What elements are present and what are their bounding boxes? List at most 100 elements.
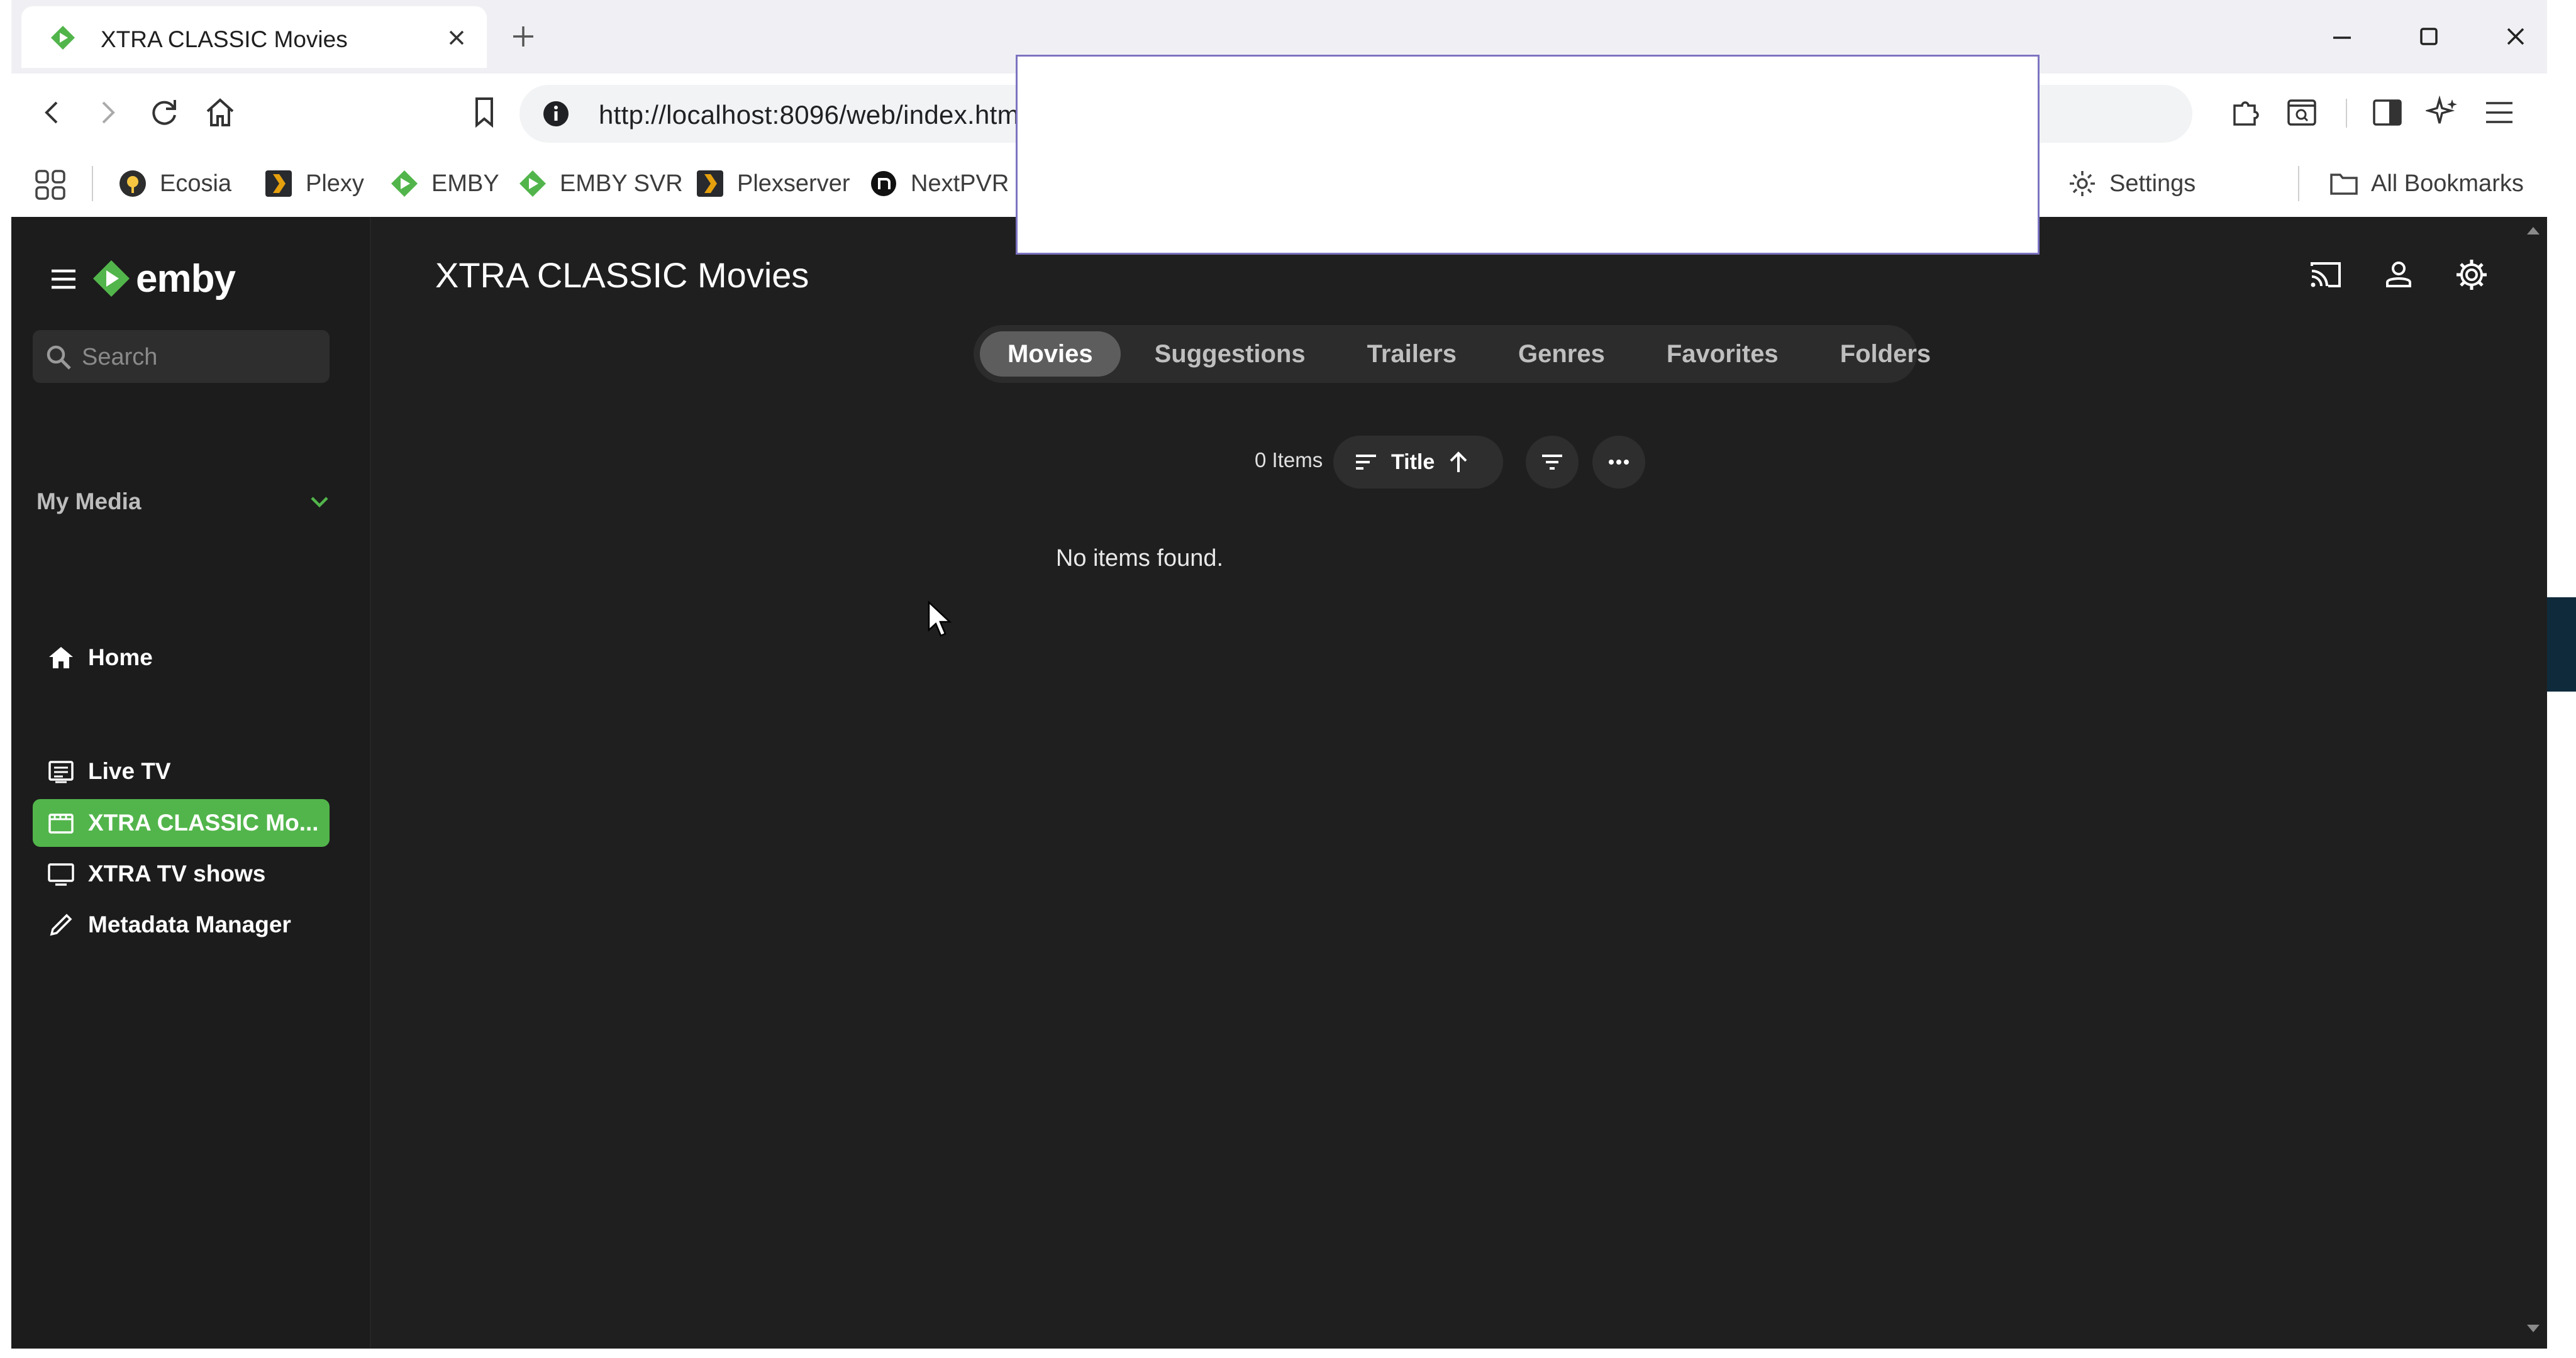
scroll-up-icon[interactable] bbox=[2524, 222, 2542, 240]
sidebar-item-label: XTRA CLASSIC Mo... bbox=[88, 810, 319, 836]
bookmarks-divider bbox=[2298, 166, 2299, 201]
mouse-cursor-icon bbox=[928, 600, 952, 637]
my-media-section-header[interactable]: My Media bbox=[36, 484, 332, 519]
page-scrollbar[interactable] bbox=[2519, 217, 2547, 1349]
movies-icon bbox=[48, 814, 74, 834]
sidebar-item-xtra-tv-shows[interactable]: XTRA TV shows bbox=[33, 850, 330, 898]
blank-popup-overlay[interactable] bbox=[1016, 55, 2040, 255]
tab-movies[interactable]: Movies bbox=[980, 331, 1121, 377]
home-button[interactable] bbox=[200, 92, 240, 133]
back-button[interactable] bbox=[33, 92, 73, 133]
emby-logo-icon bbox=[93, 260, 130, 297]
gear-icon bbox=[2070, 171, 2095, 196]
apps-grid-icon[interactable] bbox=[33, 167, 68, 202]
forward-button[interactable] bbox=[87, 92, 127, 133]
bookmarks-divider bbox=[92, 166, 93, 201]
tab-search-button[interactable] bbox=[2282, 92, 2322, 133]
plex-icon bbox=[697, 170, 723, 197]
bookmark-label: Plexserver bbox=[737, 170, 850, 197]
sparkle-icon bbox=[2426, 96, 2457, 124]
arrow-up-icon bbox=[1450, 451, 1467, 472]
cast-icon bbox=[2311, 262, 2341, 287]
sidebar-item-metadata-manager[interactable]: Metadata Manager bbox=[33, 901, 330, 949]
search-box[interactable] bbox=[33, 330, 330, 384]
logo-text: emby bbox=[136, 257, 236, 301]
filter-button[interactable] bbox=[1526, 436, 1579, 489]
bookmark-label: NextPVR bbox=[911, 170, 1009, 197]
tv-icon bbox=[48, 863, 74, 886]
bookmark-plexserver[interactable]: Plexserver bbox=[696, 165, 850, 202]
bookmark-ecosia[interactable]: Ecosia bbox=[118, 165, 231, 202]
sort-button[interactable]: Title bbox=[1333, 436, 1503, 489]
sidebar-item-label: Metadata Manager bbox=[88, 912, 291, 937]
bookmark-emby-svr[interactable]: EMBY SVR bbox=[518, 165, 683, 202]
sidebar-item-home[interactable]: Home bbox=[33, 634, 330, 682]
copilot-button[interactable] bbox=[2423, 92, 2463, 133]
live-tv-icon bbox=[48, 761, 74, 783]
window-bottom-edge bbox=[0, 1349, 2576, 1358]
search-icon bbox=[47, 345, 71, 370]
bookmark-emby[interactable]: EMBY bbox=[390, 165, 499, 202]
chevron-down-icon[interactable] bbox=[307, 489, 332, 514]
side-panel-icon bbox=[2373, 99, 2402, 126]
puzzle-icon bbox=[2233, 101, 2259, 126]
nextpvr-icon bbox=[871, 171, 896, 196]
reload-button[interactable] bbox=[145, 92, 185, 133]
reload-icon bbox=[152, 100, 176, 125]
window-left-edge bbox=[0, 0, 11, 1358]
emby-icon bbox=[519, 170, 546, 197]
cast-button[interactable] bbox=[2303, 252, 2348, 297]
tab-suggestions[interactable]: Suggestions bbox=[1127, 331, 1333, 377]
bookmark-plexy[interactable]: Plexy bbox=[264, 165, 364, 202]
sort-label: Title bbox=[1391, 450, 1435, 474]
url-text: http://localhost:8096/web/index.htm bbox=[599, 100, 1019, 130]
bookmark-icon bbox=[475, 97, 493, 128]
plex-icon bbox=[265, 170, 292, 197]
filter-icon bbox=[1542, 455, 1562, 470]
bookmark-label: Ecosia bbox=[160, 170, 232, 197]
site-info-icon[interactable] bbox=[542, 100, 570, 128]
sidebar-item-live-tv[interactable]: Live TV bbox=[33, 748, 330, 795]
home-icon bbox=[206, 98, 234, 126]
search-input[interactable] bbox=[80, 330, 322, 384]
scroll-down-icon[interactable] bbox=[2524, 1320, 2542, 1337]
bookmark-page-button[interactable] bbox=[464, 92, 504, 133]
close-tab-icon[interactable] bbox=[443, 24, 470, 52]
all-bookmarks-button[interactable]: All Bookmarks bbox=[2329, 165, 2524, 202]
settings-button[interactable] bbox=[2449, 252, 2494, 297]
bookmark-settings[interactable]: Settings bbox=[2068, 165, 2196, 202]
minimize-icon[interactable] bbox=[2327, 21, 2357, 52]
forward-arrow-icon bbox=[102, 101, 115, 124]
emby-icon bbox=[391, 170, 418, 197]
emby-logo[interactable]: emby bbox=[92, 252, 236, 305]
new-tab-icon[interactable] bbox=[508, 21, 538, 52]
user-icon bbox=[2386, 262, 2411, 287]
bookmark-label: EMBY SVR bbox=[560, 170, 683, 197]
bookmark-label: Plexy bbox=[306, 170, 364, 197]
main-content: XTRA CLASSIC Movies Movies Suggestions T… bbox=[371, 217, 2547, 1349]
background-window-sliver bbox=[2547, 597, 2576, 692]
tab-genres[interactable]: Genres bbox=[1491, 331, 1633, 377]
pencil-icon bbox=[50, 914, 72, 936]
more-options-button[interactable] bbox=[1592, 436, 1645, 489]
sidebar-item-label: Live TV bbox=[88, 758, 171, 784]
extensions-button[interactable] bbox=[2226, 92, 2267, 133]
hamburger-menu-icon[interactable] bbox=[47, 262, 80, 296]
user-button[interactable] bbox=[2376, 252, 2421, 297]
emby-favicon-icon bbox=[51, 26, 75, 50]
bookmark-nextpvr[interactable]: NextPVR bbox=[869, 165, 1009, 202]
menu-icon bbox=[2486, 102, 2512, 123]
side-panel-button[interactable] bbox=[2367, 92, 2407, 133]
back-arrow-icon bbox=[45, 101, 58, 124]
browser-menu-button[interactable] bbox=[2479, 92, 2519, 133]
browser-tab[interactable]: XTRA CLASSIC Movies bbox=[21, 6, 487, 68]
tab-favorites[interactable]: Favorites bbox=[1639, 331, 1806, 377]
maximize-icon[interactable] bbox=[2414, 21, 2444, 52]
sidebar-item-label: Home bbox=[88, 644, 153, 670]
toolbar-divider bbox=[2346, 99, 2347, 128]
section-title: My Media bbox=[36, 489, 142, 514]
tab-folders[interactable]: Folders bbox=[1813, 331, 1958, 377]
sidebar-item-xtra-classic-movies[interactable]: XTRA CLASSIC Mo... bbox=[33, 799, 330, 847]
tab-trailers[interactable]: Trailers bbox=[1340, 331, 1484, 377]
close-window-icon[interactable] bbox=[2501, 21, 2531, 52]
